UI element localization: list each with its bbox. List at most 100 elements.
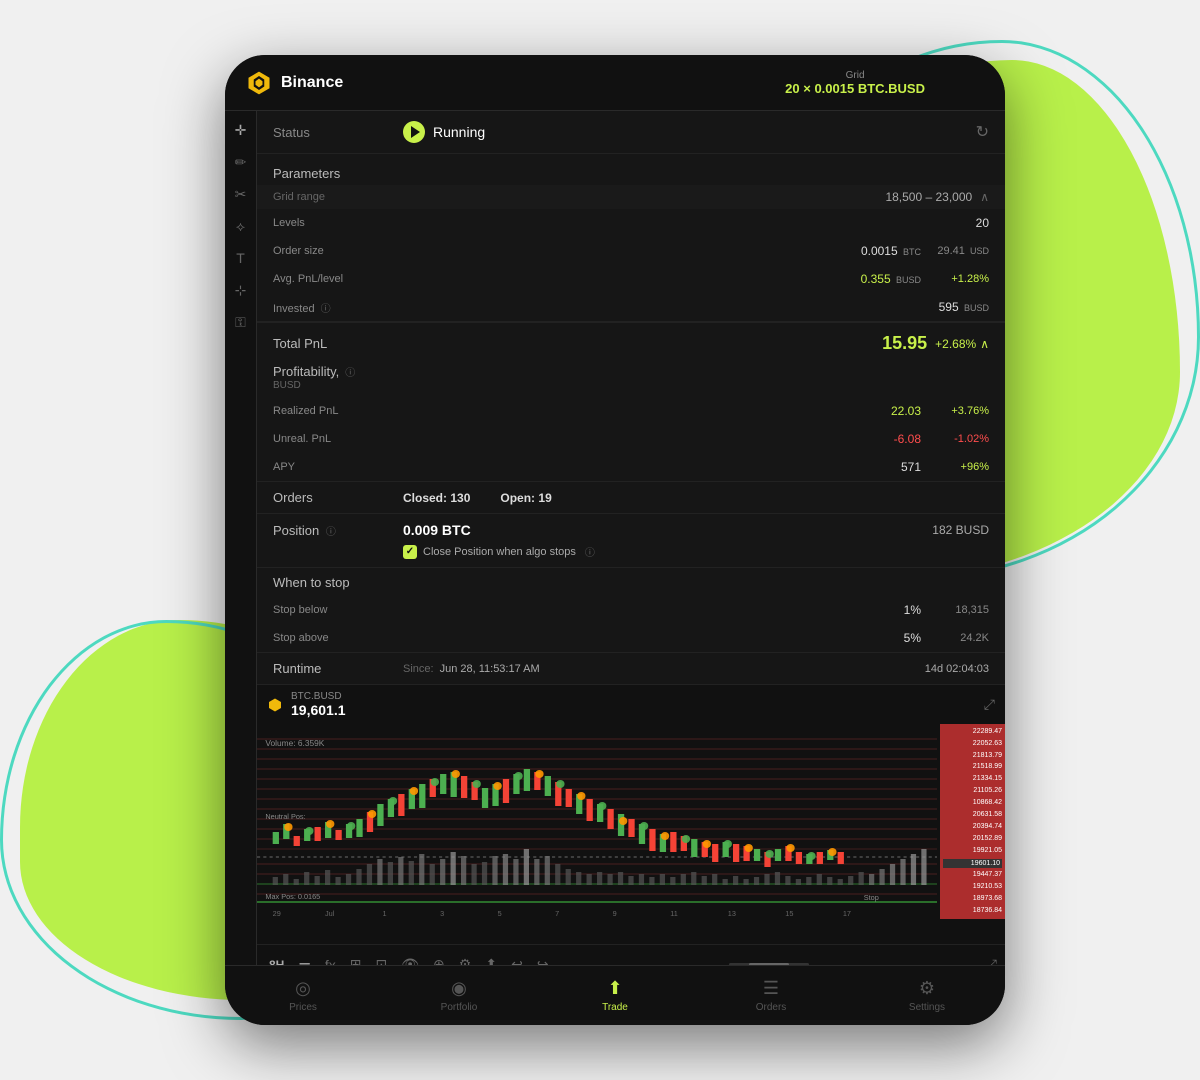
- avg-pnl-pct: +1.28%: [929, 273, 989, 285]
- sidebar: ✛ ✏ ✂ ⟡ T ⊹ ⚿: [225, 111, 257, 965]
- parameters-section: Parameters Grid range 18,500 – 23,000 ∧ …: [257, 154, 1005, 322]
- scissors-icon[interactable]: ✂: [235, 187, 247, 201]
- ruler-icon[interactable]: ⊹: [235, 283, 247, 297]
- invested-label: Invested ⓘ: [273, 300, 403, 315]
- nav-portfolio[interactable]: ◉ Portfolio: [381, 978, 537, 1013]
- realized-pnl-pct: +3.76%: [929, 405, 989, 417]
- status-section: Status Running ↻: [257, 111, 1005, 154]
- stop-below-row: Stop below 1% 18,315: [257, 596, 1005, 624]
- undo-icon[interactable]: ↩: [507, 956, 527, 965]
- chart-logo: [267, 697, 283, 713]
- nav-orders-label: Orders: [756, 1002, 787, 1013]
- svg-text:Neutral Pos:: Neutral Pos:: [265, 813, 305, 821]
- price-level-15: 18736.84: [943, 907, 1002, 915]
- eye-icon[interactable]: 👁: [397, 956, 423, 965]
- price-level-7: 20631.58: [943, 811, 1002, 819]
- nav-prices[interactable]: ◎ Prices: [225, 978, 381, 1013]
- price-level-3: 21518.99: [943, 763, 1002, 771]
- fx-icon[interactable]: fx: [321, 957, 340, 966]
- layers-icon[interactable]: ⊕: [429, 956, 449, 965]
- chart-svg: Volume: 6.359K Neutral Pos: Max Pos: 0.0…: [257, 724, 1005, 919]
- svg-text:13: 13: [728, 910, 736, 918]
- grid-range-value: 18,500 – 23,000: [885, 190, 972, 204]
- stop-above-row: Stop above 5% 24.2K: [257, 624, 1005, 652]
- avg-pnl-value: 0.355 BUSD: [403, 272, 921, 286]
- svg-text:1: 1: [383, 910, 387, 918]
- price-level-13: 19210.53: [943, 883, 1002, 891]
- orders-label: Orders: [273, 490, 403, 505]
- main-panel: Status Running ↻ Parameters Grid range 1…: [257, 111, 1005, 965]
- crosshair-icon[interactable]: ✛: [235, 123, 247, 137]
- svg-text:Stop: Stop: [864, 894, 879, 902]
- indicator-icon[interactable]: ⚌: [294, 956, 315, 965]
- exchange-name: Binance: [281, 74, 343, 92]
- nav-orders[interactable]: ☰ Orders: [693, 978, 849, 1013]
- orders-section: Orders Closed: 130 Open: 19: [257, 482, 1005, 514]
- curve-icon[interactable]: ⟡: [236, 219, 245, 233]
- realized-pnl-label: Realized PnL: [273, 405, 403, 417]
- when-to-stop-header: When to stop: [257, 568, 1005, 596]
- total-pnl-section: Total PnL 15.95 +2.68% ∧ Profitability, …: [257, 322, 1005, 482]
- profitability-label: Profitability, ⓘ BUSD: [273, 364, 403, 391]
- svg-text:29: 29: [273, 910, 281, 918]
- runtime-since-label: Since:: [403, 663, 434, 675]
- price-level-14: 18973.68: [943, 895, 1002, 903]
- layout-icon[interactable]: ⊡: [372, 956, 392, 965]
- bottom-nav: ◎ Prices ◉ Portfolio ⬆ Trade ☰ Orders ⚙ …: [225, 965, 1005, 1025]
- price-level-8: 20394.74: [943, 823, 1002, 831]
- chart-container: BTC.BUSD 19,601.1 ⤢: [257, 685, 1005, 945]
- svg-text:5: 5: [498, 910, 502, 918]
- runtime-section: Runtime Since: Jun 28, 11:53:17 AM 14d 0…: [257, 653, 1005, 685]
- position-busd: 182 BUSD: [932, 523, 989, 537]
- close-position-row: ✓ Close Position when algo stops ⓘ: [403, 544, 989, 559]
- settings-chart-icon[interactable]: ⚙: [455, 956, 476, 965]
- price-level-12: 19447.37: [943, 871, 1002, 879]
- stop-below-pct: 1%: [403, 603, 921, 617]
- close-position-checkbox[interactable]: ✓: [403, 545, 417, 559]
- redo-icon[interactable]: ↪: [533, 956, 553, 965]
- grid-info: Grid 20 × 0.0015 BTC.BUSD: [785, 70, 925, 96]
- grid-view-icon[interactable]: ⊞: [346, 956, 366, 965]
- nav-prices-label: Prices: [289, 1002, 317, 1013]
- total-pnl-label: Total PnL: [273, 336, 882, 351]
- svg-text:7: 7: [555, 910, 559, 918]
- when-to-stop-label: When to stop: [273, 575, 403, 590]
- stop-below-label: Stop below: [273, 604, 403, 616]
- text-icon[interactable]: T: [236, 251, 245, 265]
- chart-fullscreen-icon[interactable]: ⤢: [986, 956, 997, 965]
- nav-portfolio-label: Portfolio: [441, 1002, 478, 1013]
- svg-text:Max Pos: 0.0165: Max Pos: 0.0165: [265, 893, 320, 901]
- nav-settings[interactable]: ⚙ Settings: [849, 978, 1005, 1013]
- avg-pnl-row: Avg. PnL/level 0.355 BUSD +1.28%: [257, 265, 1005, 293]
- grid-label: Grid: [785, 70, 925, 81]
- chart-expand-icon[interactable]: ⤢: [984, 696, 995, 713]
- chevron-pnl-icon[interactable]: ∧: [980, 337, 989, 351]
- svg-text:Jul: Jul: [325, 910, 335, 918]
- stop-above-value: 24.2K: [929, 632, 989, 644]
- grid-range-row: Grid range 18,500 – 23,000 ∧: [257, 185, 1005, 209]
- prices-icon: ◎: [295, 978, 311, 999]
- svg-text:17: 17: [843, 910, 851, 918]
- position-btc: 0.009 BTC: [403, 522, 932, 538]
- svg-text:9: 9: [613, 910, 617, 918]
- total-pnl-pct: +2.68%: [935, 337, 976, 351]
- chart-timeframe[interactable]: 8H: [265, 958, 288, 966]
- grid-value: 20 × 0.0015 BTC.BUSD: [785, 81, 925, 96]
- levels-row: Levels 20: [257, 209, 1005, 237]
- pencil-icon[interactable]: ✏: [235, 155, 247, 169]
- unrealized-pnl-pct: -1.02%: [929, 433, 989, 445]
- runtime-since-value: Jun 28, 11:53:17 AM: [440, 663, 540, 675]
- refresh-icon[interactable]: ↻: [976, 122, 989, 142]
- chevron-up-icon[interactable]: ∧: [980, 190, 989, 204]
- price-level-6: 10868.42: [943, 799, 1002, 807]
- unrealized-pnl-value: -6.08: [403, 432, 921, 446]
- runtime-label: Runtime: [273, 661, 403, 676]
- key-icon[interactable]: ⚿: [235, 315, 246, 329]
- invested-row: Invested ⓘ 595 BUSD: [257, 293, 1005, 321]
- share-icon[interactable]: ⬆: [481, 956, 501, 965]
- svg-text:Volume: 6.359K: Volume: 6.359K: [265, 739, 325, 748]
- nav-settings-label: Settings: [909, 1002, 945, 1013]
- nav-trade[interactable]: ⬆ Trade: [537, 978, 693, 1013]
- stop-above-pct: 5%: [403, 631, 921, 645]
- status-value: Running: [433, 124, 485, 140]
